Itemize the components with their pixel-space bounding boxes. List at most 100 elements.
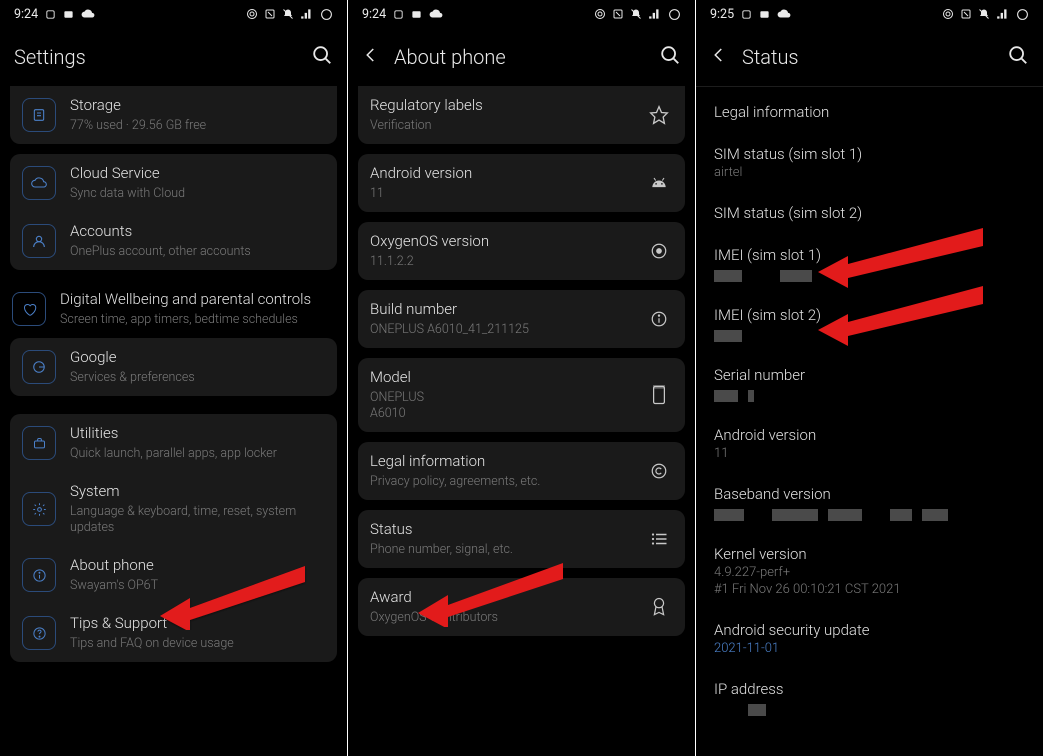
briefcase-icon <box>22 426 56 460</box>
back-button[interactable] <box>710 46 728 68</box>
header: Status <box>696 28 1043 86</box>
settings-item-storage[interactable]: Storage 77% used · 29.56 GB free <box>10 86 337 144</box>
row-sub: 2021-11-01 <box>714 641 1025 656</box>
row-title: Award <box>370 588 645 608</box>
phone-panel-status: 9:25 Status Legal information SIM status… <box>696 0 1044 756</box>
status-item-security[interactable]: Android security update 2021-11-01 <box>714 611 1025 670</box>
row-title: SIM status (sim slot 2) <box>714 204 1025 222</box>
heart-icon <box>12 292 46 326</box>
row-title: Serial number <box>714 366 1025 384</box>
settings-item-accounts[interactable]: Accounts OnePlus account, other accounts <box>10 212 337 270</box>
battery-icon <box>1016 8 1029 21</box>
search-icon[interactable] <box>1007 44 1029 70</box>
row-title: System <box>70 482 325 502</box>
status-item-sim1[interactable]: SIM status (sim slot 1) airtel <box>714 135 1025 194</box>
row-title: Accounts <box>70 222 325 242</box>
row-title: Android version <box>714 426 1025 444</box>
settings-item-about[interactable]: About phone Swayam's OP6T <box>10 546 337 604</box>
status-item-legal[interactable]: Legal information <box>714 93 1025 135</box>
settings-item-google[interactable]: Google Services & preferences <box>10 338 337 396</box>
row-title: Legal information <box>714 103 1025 121</box>
user-icon <box>22 224 56 258</box>
info-icon <box>22 558 56 592</box>
row-title: Legal information <box>370 452 645 472</box>
row-title: Regulatory labels <box>370 96 645 116</box>
row-sub: ONEPLUS A6010 <box>370 390 645 423</box>
cloud-icon <box>777 9 791 19</box>
nfc-icon <box>612 8 624 20</box>
row-sub: Sync data with Cloud <box>70 186 325 202</box>
cast-icon <box>246 8 258 20</box>
row-sub: Services & preferences <box>70 370 325 386</box>
settings-group-system: Utilities Quick launch, parallel apps, a… <box>10 414 337 662</box>
row-sub: Screen time, app timers, bedtime schedul… <box>60 312 335 328</box>
status-item-android[interactable]: Android version 11 <box>714 416 1025 475</box>
row-sub: 11 <box>370 186 645 202</box>
status-item-imei1[interactable]: IMEI (sim slot 1) <box>714 236 1025 296</box>
page-title: About phone <box>394 45 645 69</box>
redacted-value <box>714 704 1025 716</box>
row-title: Kernel version <box>714 545 1025 563</box>
list-icon <box>645 525 673 553</box>
search-icon[interactable] <box>659 44 681 70</box>
status-item-sim2[interactable]: SIM status (sim slot 2) <box>714 194 1025 236</box>
status-bar: 9:25 <box>696 0 1043 28</box>
status-item-serial[interactable]: Serial number <box>714 356 1025 416</box>
about-item-status[interactable]: Status Phone number, signal, etc. <box>358 510 685 568</box>
status-item-ip[interactable]: IP address <box>714 670 1025 730</box>
row-sub: Tips and FAQ on device usage <box>70 636 325 652</box>
row-title: Android version <box>370 164 645 184</box>
image-icon <box>411 9 422 20</box>
row-title: Build number <box>370 300 645 320</box>
row-sub: 11.1.2.2 <box>370 254 645 270</box>
row-sub: #1 Fri Nov 26 00:10:21 CST 2021 <box>714 582 1025 597</box>
notification-icon <box>45 9 56 20</box>
row-title: Status <box>370 520 645 540</box>
row-sub: Privacy policy, agreements, etc. <box>370 474 645 490</box>
cast-icon <box>594 8 606 20</box>
status-time: 9:24 <box>362 7 386 22</box>
row-title: IMEI (sim slot 2) <box>714 306 1025 324</box>
phone-panel-settings: 9:24 Settings Storage <box>0 0 348 756</box>
status-item-baseband[interactable]: Baseband version <box>714 475 1025 535</box>
row-sub: Swayam's OP6T <box>70 578 325 594</box>
row-sub: Language & keyboard, time, reset, system… <box>70 504 325 537</box>
about-item-build[interactable]: Build number ONEPLUS A6010_41_211125 <box>358 290 685 348</box>
cloud-icon <box>429 9 443 19</box>
settings-item-system[interactable]: System Language & keyboard, time, reset,… <box>10 472 337 546</box>
status-time: 9:25 <box>710 7 734 22</box>
redacted-value <box>714 330 1025 342</box>
about-item-oxygen[interactable]: OxygenOS version 11.1.2.2 <box>358 222 685 280</box>
status-list: Legal information SIM status (sim slot 1… <box>696 93 1043 730</box>
about-item-regulatory[interactable]: Regulatory labels Verification <box>358 86 685 144</box>
row-title: OxygenOS version <box>370 232 645 252</box>
page-title: Settings <box>14 45 297 69</box>
search-icon[interactable] <box>311 44 333 70</box>
header: Settings <box>0 28 347 86</box>
row-title: IP address <box>714 680 1025 698</box>
about-item-android[interactable]: Android version 11 <box>358 154 685 212</box>
award-icon <box>645 593 673 621</box>
row-sub: OxygenOS Contributors <box>370 610 645 626</box>
about-list: Regulatory labels Verification Android v… <box>348 86 695 636</box>
settings-item-wellbeing[interactable]: Digital Wellbeing and parental controls … <box>10 280 337 338</box>
settings-item-tips[interactable]: Tips & Support Tips and FAQ on device us… <box>10 604 337 662</box>
about-item-award[interactable]: Award OxygenOS Contributors <box>358 578 685 636</box>
redacted-value <box>714 390 1025 402</box>
row-title: Storage <box>70 96 325 116</box>
notification-icon <box>393 9 404 20</box>
status-item-imei2[interactable]: IMEI (sim slot 2) <box>714 296 1025 356</box>
status-time: 9:24 <box>14 7 38 22</box>
settings-item-cloud[interactable]: Cloud Service Sync data with Cloud <box>10 154 337 212</box>
row-title: Digital Wellbeing and parental controls <box>60 290 335 310</box>
settings-item-utilities[interactable]: Utilities Quick launch, parallel apps, a… <box>10 414 337 472</box>
cloud-icon <box>81 9 95 19</box>
mute-icon <box>630 8 642 20</box>
status-item-kernel[interactable]: Kernel version 4.9.227-perf+ #1 Fri Nov … <box>714 535 1025 611</box>
about-item-model[interactable]: Model ONEPLUS A6010 <box>358 358 685 432</box>
battery-icon <box>320 8 333 21</box>
about-item-legal[interactable]: Legal information Privacy policy, agreem… <box>358 442 685 500</box>
row-title: Google <box>70 348 325 368</box>
circle-dot-icon <box>645 237 673 265</box>
back-button[interactable] <box>362 46 380 68</box>
